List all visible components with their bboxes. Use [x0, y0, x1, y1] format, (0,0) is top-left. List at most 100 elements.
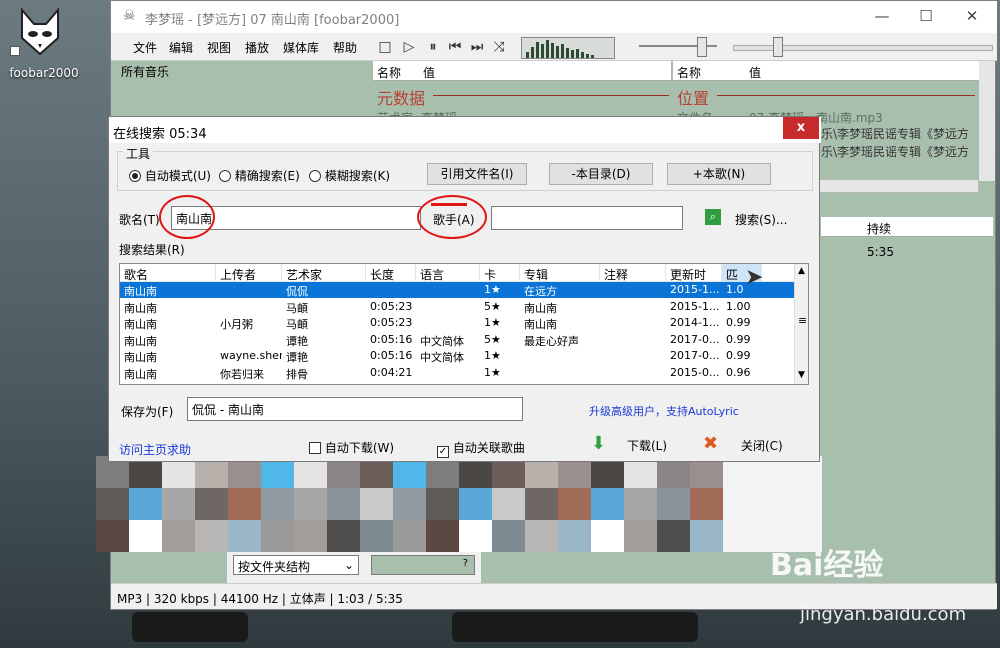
- radio-fuzzy-search[interactable]: 模糊搜索(K): [309, 167, 390, 184]
- mouse-cursor-icon: ➤: [745, 265, 764, 290]
- save-as-input[interactable]: 侃侃 - 南山南: [187, 397, 523, 421]
- seek-thumb[interactable]: [773, 37, 783, 57]
- seek-bar[interactable]: [733, 45, 993, 51]
- checkbox-empty-icon: [309, 442, 321, 454]
- minimize-button[interactable]: —: [859, 1, 905, 33]
- menu-file[interactable]: 文件: [133, 39, 157, 56]
- radio-exact-search[interactable]: 精确搜索(E): [219, 167, 300, 184]
- radio-fuzzy-label: 模糊搜索(K): [324, 169, 391, 183]
- chevron-down-icon: ⌄: [343, 558, 354, 572]
- radio-selected-icon: [129, 170, 141, 182]
- play-icon[interactable]: ▷: [399, 37, 419, 57]
- path-line-2: 乐\李梦瑶民谣专辑《梦远方: [821, 145, 970, 159]
- download-button[interactable]: 下载(L): [627, 437, 667, 454]
- cell-length: 0:05:23: [370, 299, 413, 313]
- table-row[interactable]: 南山南 侃侃 1★ 在远方 2015-1... 1.0: [120, 282, 794, 298]
- artist-input[interactable]: [491, 206, 683, 230]
- upgrade-link[interactable]: 升级高级用户，支持AutoLyric: [589, 403, 739, 419]
- window-titlebar[interactable]: ☠ 李梦瑶 - [梦远方] 07 南山南 [foobar2000] — ☐ ✕: [111, 1, 997, 33]
- col-updated[interactable]: 更新时: [666, 264, 722, 282]
- col-uploader[interactable]: 上传者: [216, 264, 282, 282]
- radio-auto-mode[interactable]: 自动模式(U): [129, 167, 211, 184]
- section-divider: [717, 95, 975, 96]
- scroll-grip-icon[interactable]: ≡: [798, 314, 807, 327]
- col-song[interactable]: 歌名: [120, 264, 216, 282]
- use-filename-button[interactable]: 引用文件名(I): [427, 163, 527, 185]
- cell-uploader: wayne.shen: [220, 349, 282, 362]
- search-icon[interactable]: ⌕: [705, 209, 721, 225]
- cell-card: 1★: [484, 365, 501, 379]
- close-dialog-button[interactable]: 关闭(C): [741, 437, 783, 454]
- cell-length: 0:05:16: [370, 332, 413, 346]
- table-row[interactable]: 南山南 马頔 0:05:23 5★ 南山南 2015-1... 1.00: [120, 299, 794, 315]
- radio-auto-label: 自动模式(U): [144, 169, 211, 183]
- scroll-down-icon[interactable]: ▼: [798, 370, 805, 380]
- path-line-1: 乐\李梦瑶民谣专辑《梦远方: [821, 127, 970, 141]
- cell-length: 0:05:23: [370, 316, 413, 329]
- menu-playback[interactable]: 播放: [245, 39, 269, 56]
- cell-artist: 谭艳: [286, 334, 308, 348]
- maximize-button[interactable]: ☐: [903, 1, 949, 33]
- dialog-titlebar[interactable]: 在线搜索 05:34 x: [109, 117, 821, 143]
- tools-group-label: 工具: [123, 145, 154, 162]
- homepage-help-link[interactable]: 访问主页求助: [119, 441, 191, 458]
- cell-lang: 中文简体: [420, 334, 464, 348]
- col-card[interactable]: 卡: [480, 264, 520, 282]
- cell-uploader: 小月粥: [220, 318, 253, 331]
- col-language[interactable]: 语言: [416, 264, 480, 282]
- auto-download-label: 自动下载(W): [324, 441, 395, 455]
- previous-icon[interactable]: ⏮: [445, 37, 465, 57]
- cell-album: 最走心好声: [524, 334, 579, 348]
- results-scrollbar[interactable]: ▲ ≡ ▼: [794, 264, 808, 384]
- search-button[interactable]: 搜索(S)...: [735, 211, 787, 228]
- close-button[interactable]: ✕: [949, 1, 995, 33]
- pause-icon[interactable]: ⏸: [423, 37, 443, 57]
- radio-empty-icon: [309, 170, 321, 182]
- cell-artist: 马頔: [286, 301, 308, 315]
- download-arrow-icon: ⬇: [591, 433, 607, 454]
- menu-library[interactable]: 媒体库: [283, 39, 319, 56]
- scroll-up-icon[interactable]: ▲: [798, 266, 805, 276]
- table-row[interactable]: 南山南 谭艳 0:05:16 中文简体 5★ 最走心好声 2017-0... 0.99: [120, 332, 794, 348]
- table-row[interactable]: 南山南 小月粥 马頔 0:05:23 1★ 南山南 2014-1... 0.99: [120, 315, 794, 331]
- volume-slider-thumb[interactable]: [697, 37, 707, 57]
- cell-album: 中国好声音: [524, 382, 600, 384]
- view-select[interactable]: 按文件夹结构 ⌄: [233, 555, 359, 575]
- cell-name: 南山南: [124, 351, 157, 364]
- col-note[interactable]: 注释: [600, 264, 666, 282]
- dialog-close-button[interactable]: x: [783, 117, 819, 139]
- next-icon[interactable]: ⏭: [467, 37, 487, 57]
- table-row[interactable]: 南山南 wayne.shen 谭艳 0:05:16 中文简体 1★ 2017-0... 0.9…: [120, 348, 794, 364]
- cell-updated: 2015-0...: [670, 365, 720, 379]
- table-row[interactable]: 南山南 你若归来 排骨 0:04:21 1★ 2015-0... 0.96: [120, 365, 794, 381]
- auto-download-checkbox[interactable]: 自动下载(W): [309, 439, 394, 456]
- plus-song-button[interactable]: +本歌(N): [667, 163, 771, 185]
- cell-card: 5★: [484, 332, 501, 346]
- menu-edit[interactable]: 编辑: [169, 39, 193, 56]
- app-icon: ☠: [123, 8, 136, 24]
- cell-match: 0.99: [726, 316, 751, 329]
- col-artist[interactable]: 艺术家: [282, 264, 366, 282]
- table-row[interactable]: 南山南 张磊 中国好声音: [120, 381, 794, 384]
- cell-name: 南山南: [124, 367, 157, 381]
- status-text: MP3 | 320 kbps | 44100 Hz | 立体声 | 1:03 /…: [117, 592, 403, 606]
- shortcut-arrow-icon: [10, 46, 20, 56]
- random-icon[interactable]: ⤨: [489, 37, 509, 57]
- menu-view[interactable]: 视图: [207, 39, 231, 56]
- vertical-scrollbar[interactable]: [979, 61, 995, 181]
- col-length[interactable]: 长度: [366, 264, 416, 282]
- annotation-circle: [417, 195, 487, 239]
- desktop-icon-label: foobar2000: [9, 66, 79, 80]
- thumbnail-frame: [452, 612, 698, 642]
- menu-help[interactable]: 帮助: [333, 39, 357, 56]
- desktop-icon-foobar2000[interactable]: foobar2000: [6, 4, 79, 84]
- pixelated-redaction: [96, 456, 822, 552]
- cell-artist: 张磊: [286, 382, 366, 384]
- col-album[interactable]: 专辑: [520, 264, 600, 282]
- minus-directory-button[interactable]: -本目录(D): [549, 163, 653, 185]
- auto-link-checkbox[interactable]: ✓ 自动关联歌曲: [437, 439, 525, 458]
- cell-match: 1.00: [726, 299, 751, 313]
- fox-logo-icon: [21, 8, 59, 56]
- filter-input[interactable]: ?: [371, 555, 475, 575]
- stop-icon[interactable]: □: [375, 37, 395, 57]
